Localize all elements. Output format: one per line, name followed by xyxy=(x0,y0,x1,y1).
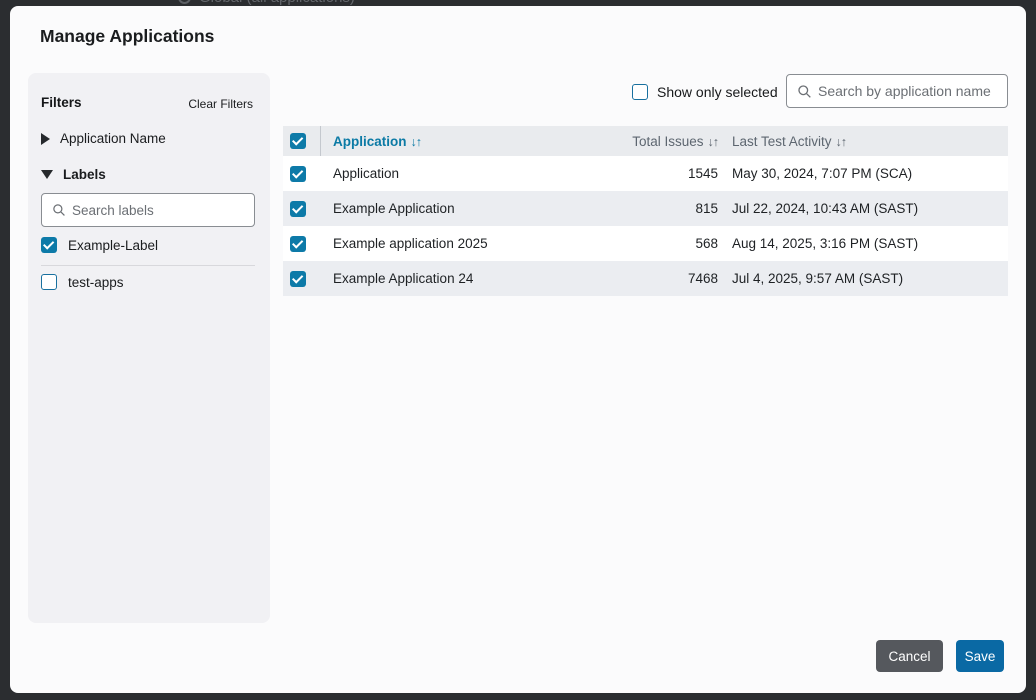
label-option-text: Example-Label xyxy=(68,238,158,253)
row-select-cell xyxy=(283,226,321,261)
row-select-cell xyxy=(283,261,321,296)
row-select-cell xyxy=(283,156,321,191)
total-issues-value: 568 xyxy=(622,236,732,251)
checkbox-unchecked-icon[interactable] xyxy=(41,274,57,290)
filter-section-application-name[interactable]: Application Name xyxy=(41,131,166,146)
table-row[interactable]: Example Application 815 Jul 22, 2024, 10… xyxy=(283,191,1008,226)
clear-filters-button[interactable]: Clear Filters xyxy=(188,97,253,111)
filter-section-label: Application Name xyxy=(60,131,166,146)
checkbox-checked-icon[interactable] xyxy=(41,237,57,253)
label-option-text: test-apps xyxy=(68,275,124,290)
select-all-cell xyxy=(283,126,321,156)
table-header-row: Application↓↑ Total Issues↓↑ Last Test A… xyxy=(283,126,1008,156)
application-search-input[interactable] xyxy=(818,83,1007,99)
last-test-activity-value: Jul 4, 2025, 9:57 AM (SAST) xyxy=(732,271,1008,286)
total-issues-value: 815 xyxy=(622,201,732,216)
row-checkbox[interactable] xyxy=(290,201,306,217)
page-title: Manage Applications xyxy=(40,26,214,47)
divider xyxy=(41,265,255,266)
label-option-test-apps[interactable]: test-apps xyxy=(41,274,124,290)
chevron-right-icon xyxy=(41,133,50,145)
sort-icon: ↓↑ xyxy=(836,135,847,149)
table-row[interactable]: Application 1545 May 30, 2024, 7:07 PM (… xyxy=(283,156,1008,191)
sort-icon: ↓↑ xyxy=(708,135,719,149)
row-select-cell xyxy=(283,191,321,226)
last-test-activity-value: May 30, 2024, 7:07 PM (SCA) xyxy=(732,166,1008,181)
cancel-button[interactable]: Cancel xyxy=(876,640,943,672)
sort-icon: ↓↑ xyxy=(411,135,422,149)
row-checkbox[interactable] xyxy=(290,236,306,252)
table-row[interactable]: Example Application 24 7468 Jul 4, 2025,… xyxy=(283,261,1008,296)
filters-heading: Filters xyxy=(41,95,82,110)
filters-panel: Filters Clear Filters Application Name L… xyxy=(28,73,270,623)
filter-section-label: Labels xyxy=(63,167,106,182)
column-header-application[interactable]: Application↓↑ xyxy=(321,134,622,149)
chevron-down-icon xyxy=(41,170,53,179)
search-icon xyxy=(797,84,812,99)
select-all-checkbox[interactable] xyxy=(290,133,306,149)
total-issues-value: 1545 xyxy=(622,166,732,181)
total-issues-value: 7468 xyxy=(622,271,732,286)
global-radio-icon xyxy=(178,0,191,4)
column-header-total-issues[interactable]: Total Issues↓↑ xyxy=(622,134,732,149)
last-test-activity-value: Aug 14, 2025, 3:16 PM (SAST) xyxy=(732,236,1008,251)
applications-table: Application↓↑ Total Issues↓↑ Last Test A… xyxy=(283,126,1008,296)
application-search-box xyxy=(786,74,1008,108)
column-header-last-test-activity[interactable]: Last Test Activity↓↑ xyxy=(732,134,1008,149)
last-test-activity-value: Jul 22, 2024, 10:43 AM (SAST) xyxy=(732,201,1008,216)
application-name: Example application 2025 xyxy=(321,236,622,251)
show-only-selected-label: Show only selected xyxy=(657,84,778,100)
save-button[interactable]: Save xyxy=(956,640,1004,672)
label-option-example-label[interactable]: Example-Label xyxy=(41,237,158,253)
row-checkbox[interactable] xyxy=(290,166,306,182)
manage-applications-dialog: Manage Applications Filters Clear Filter… xyxy=(10,6,1026,693)
row-checkbox[interactable] xyxy=(290,271,306,287)
search-icon xyxy=(52,203,66,217)
labels-search-box xyxy=(41,193,255,227)
show-only-selected-toggle[interactable]: Show only selected xyxy=(632,84,778,100)
application-name: Example Application 24 xyxy=(321,271,622,286)
application-name: Example Application xyxy=(321,201,622,216)
table-row[interactable]: Example application 2025 568 Aug 14, 202… xyxy=(283,226,1008,261)
checkbox-unchecked-icon[interactable] xyxy=(632,84,648,100)
filter-section-labels[interactable]: Labels xyxy=(41,167,106,182)
application-name: Application xyxy=(321,166,622,181)
labels-search-input[interactable] xyxy=(72,203,254,218)
